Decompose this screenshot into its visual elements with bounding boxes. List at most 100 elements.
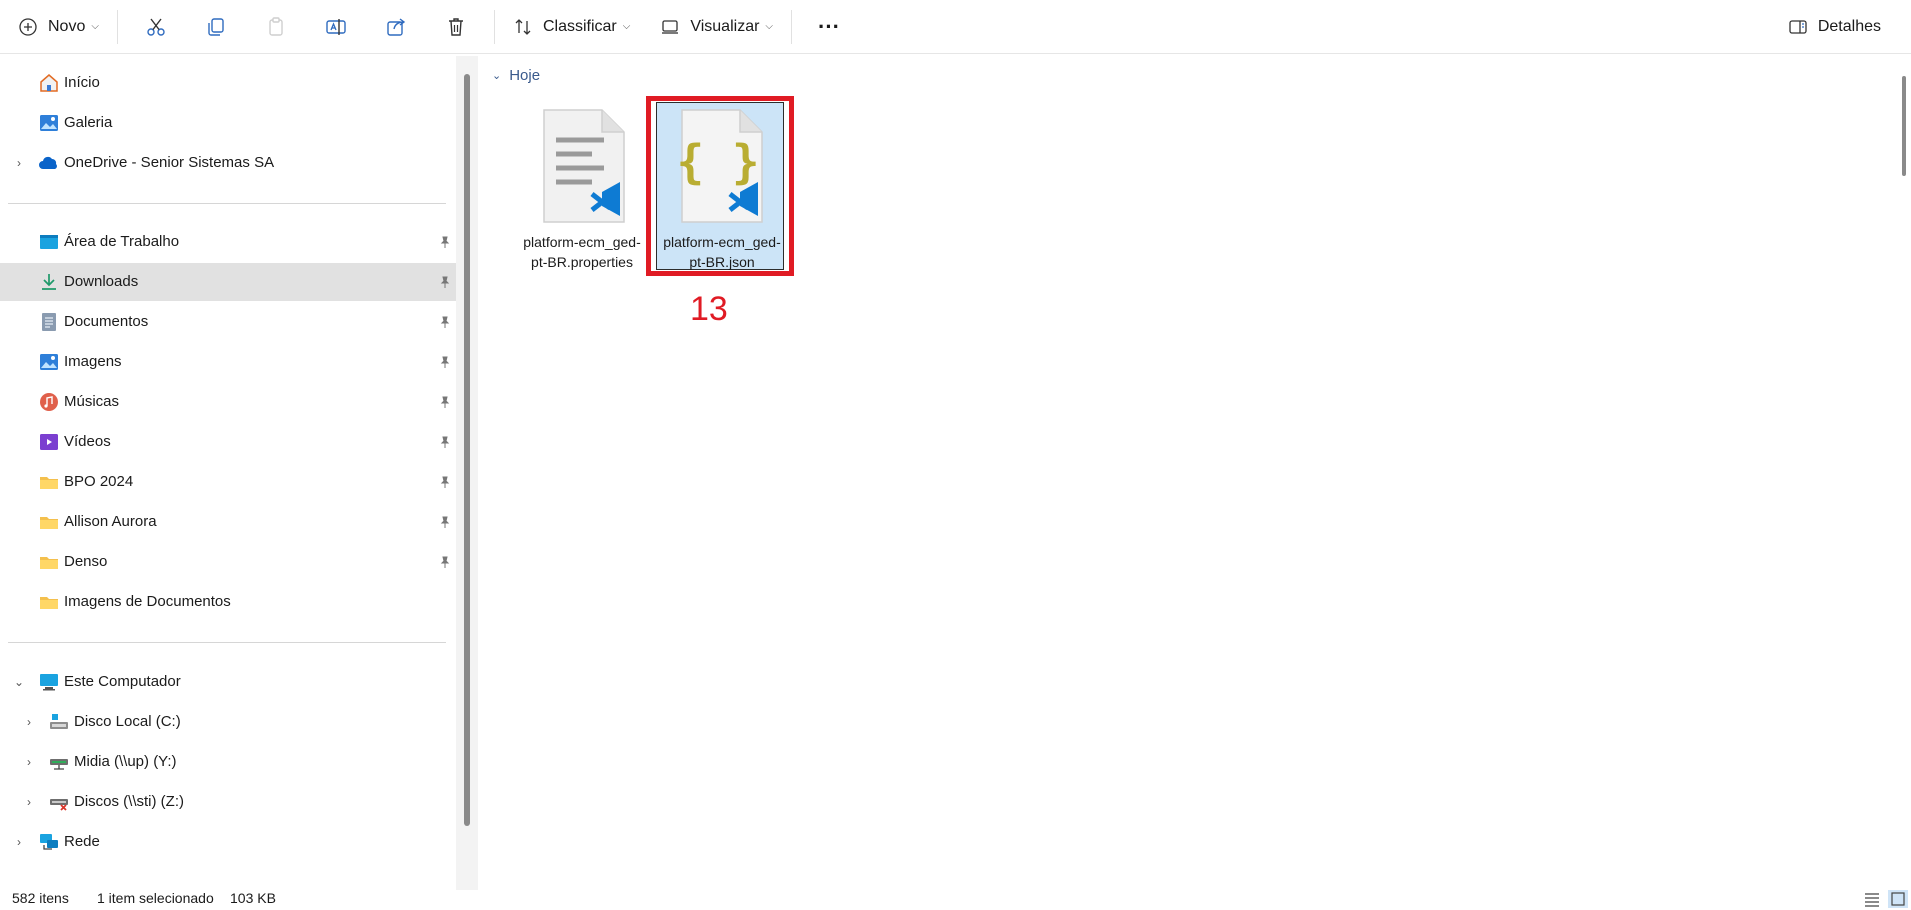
navigation-scrollbar[interactable] bbox=[456, 56, 478, 890]
scrollbar-thumb[interactable] bbox=[1902, 76, 1906, 176]
nav-item-gallery[interactable]: Galeria bbox=[0, 104, 456, 142]
nav-item-label: BPO 2024 bbox=[64, 473, 134, 490]
nav-item-label: Galeria bbox=[64, 114, 113, 131]
nav-item-label: Início bbox=[64, 74, 100, 91]
nav-item-label: Área de Trabalho bbox=[64, 233, 180, 250]
nav-item-documents[interactable]: Documentos bbox=[0, 303, 456, 341]
paste-button[interactable] bbox=[246, 8, 306, 46]
nav-item-local-disk-c[interactable]: › Disco Local (C:) bbox=[0, 703, 456, 741]
nav-item-label: Este Computador bbox=[64, 673, 181, 690]
nav-item-label: Documentos bbox=[64, 313, 149, 330]
home-icon bbox=[38, 72, 60, 94]
chevron-down-icon: ⌵ bbox=[91, 21, 99, 32]
pictures-icon bbox=[38, 351, 60, 373]
chevron-right-icon[interactable]: › bbox=[12, 156, 26, 170]
gallery-icon bbox=[38, 112, 60, 134]
nav-item-label: Allison Aurora bbox=[64, 513, 157, 530]
videos-icon bbox=[38, 431, 60, 453]
chevron-right-icon[interactable]: › bbox=[22, 755, 36, 769]
annotation-number: 13 bbox=[690, 290, 728, 328]
scissors-icon bbox=[147, 18, 165, 36]
chevron-right-icon[interactable]: › bbox=[22, 795, 36, 809]
nav-item-downloads[interactable]: Downloads bbox=[0, 263, 456, 301]
chevron-right-icon[interactable]: › bbox=[22, 715, 36, 729]
details-button[interactable]: Detalhes bbox=[1778, 8, 1891, 46]
share-button[interactable] bbox=[366, 8, 426, 46]
toolbar-separator bbox=[791, 9, 793, 44]
more-icon: ··· bbox=[818, 13, 840, 39]
nav-item-bpo-2024[interactable]: BPO 2024 bbox=[0, 463, 456, 501]
view-label: Visualizar bbox=[690, 17, 760, 35]
copy-icon bbox=[208, 17, 224, 36]
folder-icon bbox=[38, 511, 60, 533]
pin-icon bbox=[440, 476, 450, 488]
nav-item-network[interactable]: › Rede bbox=[0, 823, 456, 861]
file-name: platform-ecm_ged-pt-BR.properties bbox=[523, 234, 641, 270]
nav-item-label: Downloads bbox=[64, 273, 139, 290]
nav-item-label: Disco Local (C:) bbox=[74, 713, 181, 730]
sort-button[interactable]: Classificar ⌵ bbox=[503, 8, 640, 46]
documents-icon bbox=[38, 311, 60, 333]
drive-icon bbox=[48, 711, 70, 733]
nav-item-onedrive[interactable]: › OneDrive - Senior Sistemas SA bbox=[0, 144, 456, 182]
delete-button[interactable] bbox=[426, 8, 486, 46]
nav-item-label: Midia (\\up) (Y:) bbox=[74, 753, 177, 770]
cut-button[interactable] bbox=[126, 8, 186, 46]
nav-item-videos[interactable]: Vídeos bbox=[0, 423, 456, 461]
onedrive-icon bbox=[38, 152, 60, 174]
nav-divider bbox=[8, 642, 446, 643]
view-button[interactable]: Visualizar ⌵ bbox=[650, 8, 783, 46]
status-bar: 582 itens 1 item selecionado 103 KB bbox=[0, 888, 1911, 910]
chevron-down-icon: ⌵ bbox=[765, 21, 774, 32]
nav-item-midia-y[interactable]: › Midia (\\up) (Y:) bbox=[0, 743, 456, 781]
details-pane-icon bbox=[1789, 20, 1807, 34]
group-label: Hoje bbox=[509, 67, 541, 84]
toolbar-separator bbox=[116, 9, 118, 44]
sort-label: Classificar bbox=[542, 17, 617, 35]
nav-item-pictures[interactable]: Imagens bbox=[0, 343, 456, 381]
file-item-properties[interactable]: platform-ecm_ged-pt-BR.properties bbox=[518, 102, 646, 278]
nav-item-discos-z[interactable]: › Discos (\\sti) (Z:) bbox=[0, 783, 456, 821]
pin-icon bbox=[440, 316, 450, 328]
sort-icon bbox=[515, 18, 531, 35]
nav-item-label: OneDrive - Senior Sistemas SA bbox=[64, 154, 275, 171]
nav-item-denso[interactable]: Denso bbox=[0, 543, 456, 581]
pin-icon bbox=[440, 356, 450, 368]
pin-icon bbox=[440, 276, 450, 288]
details-view-icon[interactable] bbox=[1862, 890, 1882, 908]
nav-item-label: Discos (\\sti) (Z:) bbox=[74, 793, 184, 810]
chevron-down-icon: ⌵ bbox=[622, 21, 631, 32]
nav-item-home[interactable]: Início bbox=[0, 64, 456, 102]
downloads-icon bbox=[38, 271, 60, 293]
nav-item-allison-aurora[interactable]: Allison Aurora bbox=[0, 503, 456, 541]
nav-item-label: Imagens de Documentos bbox=[64, 593, 231, 610]
trash-icon bbox=[448, 17, 463, 36]
nav-item-desktop[interactable]: Área de Trabalho bbox=[0, 223, 456, 261]
group-header-today[interactable]: ⌄ Hoje bbox=[492, 67, 540, 84]
nav-item-imagens-de-documentos[interactable]: Imagens de Documentos bbox=[0, 583, 456, 621]
new-button[interactable]: Novo ⌵ bbox=[8, 8, 109, 46]
new-label: Novo bbox=[48, 17, 86, 35]
folder-icon bbox=[38, 591, 60, 613]
chevron-right-icon[interactable]: › bbox=[12, 835, 26, 849]
pin-icon bbox=[440, 556, 450, 568]
nav-divider bbox=[8, 203, 446, 204]
disconnected-drive-icon bbox=[48, 791, 70, 813]
nav-item-music[interactable]: Músicas bbox=[0, 383, 456, 421]
chevron-down-icon[interactable]: ⌄ bbox=[12, 675, 26, 689]
copy-button[interactable] bbox=[186, 8, 246, 46]
content-scrollbar[interactable] bbox=[1895, 56, 1911, 876]
monitor-icon bbox=[662, 19, 679, 34]
large-icons-view-icon[interactable] bbox=[1888, 890, 1908, 908]
scrollbar-thumb[interactable] bbox=[464, 74, 470, 826]
more-options-button[interactable]: ··· bbox=[800, 8, 858, 46]
desktop-folder-icon bbox=[38, 231, 60, 253]
nav-item-label: Imagens bbox=[64, 353, 122, 370]
nav-item-label: Vídeos bbox=[64, 433, 111, 450]
selection-status: 1 item selecionado bbox=[97, 890, 214, 906]
rename-button[interactable] bbox=[306, 8, 366, 46]
pin-icon bbox=[440, 516, 450, 528]
annotation-highlight-box bbox=[646, 96, 794, 276]
command-bar: Novo ⌵ Classificar ⌵ Visualizar ⌵ ··· De… bbox=[0, 0, 1911, 54]
nav-item-this-pc[interactable]: ⌄ Este Computador bbox=[0, 663, 456, 701]
